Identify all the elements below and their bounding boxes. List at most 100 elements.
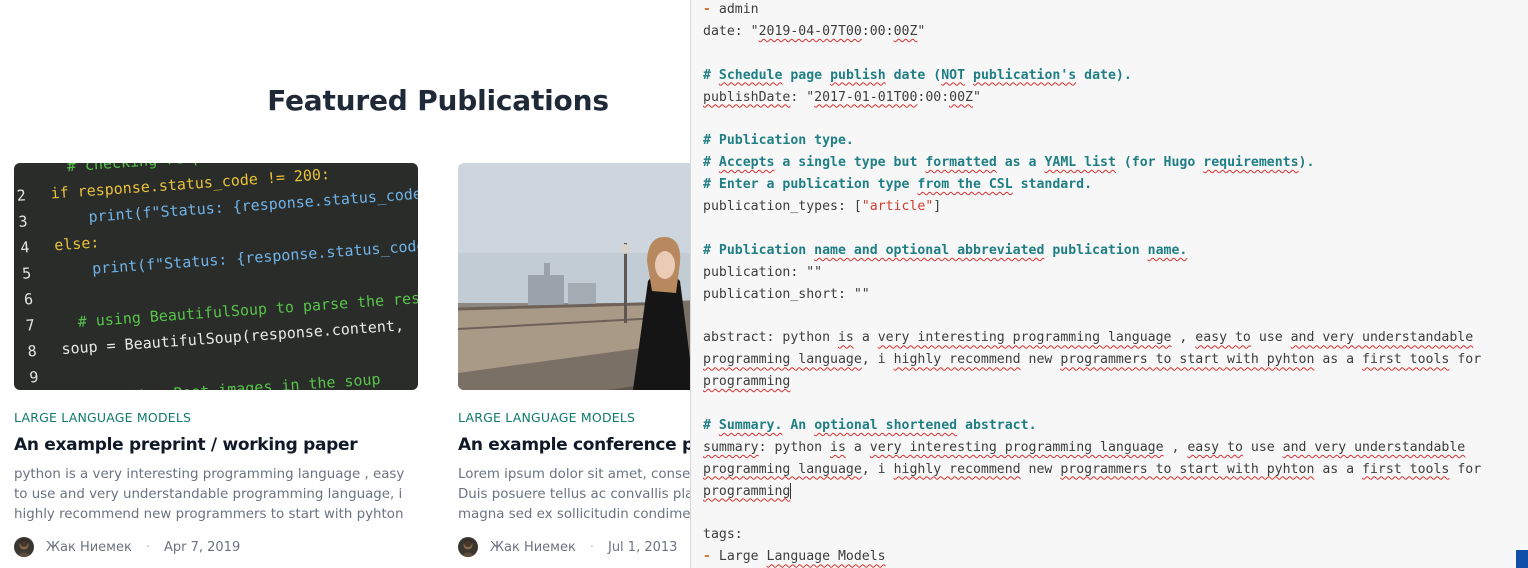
editor-scrollbar[interactable] bbox=[1516, 550, 1528, 568]
author-avatar[interactable] bbox=[458, 537, 478, 557]
editor-token: Language Models bbox=[766, 549, 886, 565]
editor-line[interactable]: programming bbox=[703, 371, 1503, 393]
editor-token: " bbox=[972, 89, 981, 105]
editor-token: publication's bbox=[973, 67, 1077, 83]
editor-line[interactable]: # Schedule page publish date (NOT public… bbox=[703, 65, 1503, 87]
editor-token: formatted bbox=[925, 155, 997, 171]
editor-line[interactable]: tags: bbox=[703, 524, 1503, 546]
editor-token: 00Z bbox=[949, 89, 973, 105]
editor-token: is bbox=[830, 439, 846, 455]
editor-token: easy to bbox=[1195, 330, 1251, 346]
editor-token: programming language bbox=[703, 461, 862, 477]
code-line-text: else: bbox=[53, 233, 100, 255]
editor-token: optional shortened bbox=[814, 417, 958, 433]
editor-token: Schedule bbox=[718, 67, 783, 83]
editor-line[interactable]: # Summary. An optional shortened abstrac… bbox=[703, 415, 1503, 437]
card-title[interactable]: An example conference paper bbox=[458, 435, 690, 455]
editor-line[interactable] bbox=[703, 305, 1503, 327]
editor-token: name and optional abbreviated bbox=[814, 242, 1045, 258]
publication-thumbnail-code-image[interactable]: # checking response.status_code2if respo… bbox=[14, 163, 418, 390]
editor-token: # bbox=[703, 417, 719, 433]
editor-token: "article" bbox=[861, 199, 934, 215]
editor-line[interactable]: # Enter a publication type from the CSL … bbox=[703, 174, 1503, 196]
editor-token: " bbox=[917, 23, 926, 39]
section-title: Featured Publications bbox=[267, 84, 609, 117]
editor-token: , bbox=[1163, 439, 1188, 455]
editor-line[interactable]: # Publication name and optional abbrevia… bbox=[703, 240, 1503, 262]
editor-token: # Publication type. bbox=[703, 133, 854, 149]
editor-token: :00: bbox=[861, 23, 894, 39]
editor-line[interactable]: publication_types: ["article"] bbox=[703, 196, 1503, 218]
editor-token: programmers to start with pyhton bbox=[1060, 461, 1315, 477]
editor-token: ] bbox=[933, 199, 942, 215]
editor-token: # bbox=[703, 67, 719, 83]
publication-card[interactable]: LARGE LANGUAGE MODELS An example confere… bbox=[458, 163, 690, 557]
editor-line[interactable] bbox=[703, 218, 1503, 240]
editor-line[interactable]: date: "2019-04-07T00:00:00Z" bbox=[703, 21, 1503, 43]
editor-token: as a bbox=[1314, 461, 1363, 477]
editor-line[interactable]: # Accepts a single type but formatted as… bbox=[703, 152, 1503, 174]
editor-line[interactable] bbox=[703, 393, 1503, 415]
editor-token: date). bbox=[1076, 67, 1132, 83]
card-summary: python is a very interesting programming… bbox=[14, 467, 405, 522]
editor-token: as a bbox=[1314, 352, 1363, 368]
editor-token: first tools bbox=[1362, 352, 1450, 368]
publication-thumbnail-photo[interactable] bbox=[458, 163, 690, 390]
editor-line[interactable]: publication_short: "" bbox=[703, 284, 1503, 306]
editor-token: , i bbox=[861, 352, 894, 368]
code-line-number: 6 bbox=[23, 290, 34, 309]
meta-separator: · bbox=[589, 539, 594, 555]
editor-token: programmers to start with pyhton bbox=[1060, 352, 1315, 368]
editor-token: highly recommend bbox=[893, 352, 1021, 368]
editor-token: YAML list bbox=[1044, 155, 1116, 171]
editor-token: programming bbox=[703, 483, 791, 499]
code-line-number: 2 bbox=[16, 186, 27, 205]
code-line-number: 7 bbox=[25, 315, 36, 335]
editor-line[interactable]: publishDate: "2017-01-01T00:00:00Z" bbox=[703, 87, 1503, 109]
editor-token: 2019-04-07T00 bbox=[758, 23, 862, 39]
editor-token: summary bbox=[703, 439, 759, 455]
editor-token: and very understandable bbox=[1282, 439, 1466, 455]
editor-token: Summary. bbox=[718, 417, 783, 433]
code-line-number bbox=[15, 173, 49, 175]
editor-token: first tools bbox=[1362, 461, 1450, 477]
editor-line[interactable]: - admin bbox=[703, 0, 1503, 21]
front-matter-editor[interactable]: - admin date: "2019-04-07T00:00:00Z" # Sc… bbox=[690, 0, 1528, 568]
editor-line[interactable]: programming language, i highly recommend… bbox=[703, 349, 1503, 371]
author-name[interactable]: Жак Ниемек bbox=[490, 540, 576, 555]
editor-token: - bbox=[703, 2, 719, 17]
card-category[interactable]: LARGE LANGUAGE MODELS bbox=[458, 410, 690, 425]
card-category[interactable]: LARGE LANGUAGE MODELS bbox=[14, 410, 418, 425]
card-title[interactable]: An example preprint / working paper bbox=[14, 435, 418, 455]
editor-token: : " bbox=[790, 89, 815, 105]
editor-token: ). bbox=[1298, 155, 1315, 171]
editor-token: admin bbox=[718, 2, 759, 17]
editor-line[interactable]: - Large Language Models bbox=[703, 546, 1503, 568]
publication-card[interactable]: # checking response.status_code2if respo… bbox=[14, 163, 418, 557]
editor-token: requirements bbox=[1203, 155, 1299, 171]
editor-line[interactable]: programming bbox=[703, 481, 1503, 503]
editor-token: publication: "" bbox=[703, 264, 823, 280]
publish-date: Apr 7, 2019 bbox=[163, 539, 241, 555]
editor-line[interactable]: summary: python is a very interesting pr… bbox=[703, 437, 1503, 459]
editor-token: publication_types: [ bbox=[703, 199, 862, 215]
author-name[interactable]: Жак Ниемек bbox=[46, 540, 132, 555]
editor-line[interactable] bbox=[703, 43, 1503, 65]
editor-line[interactable]: publication: "" bbox=[703, 262, 1503, 284]
editor-line[interactable] bbox=[703, 108, 1503, 130]
meta-separator: · bbox=[145, 539, 150, 555]
editor-token: highly recommend bbox=[893, 461, 1021, 477]
editor-token: page bbox=[782, 67, 831, 83]
author-avatar[interactable] bbox=[14, 537, 34, 557]
editor-token bbox=[965, 68, 973, 83]
editor-line[interactable]: programming language, i highly recommend… bbox=[703, 459, 1503, 481]
editor-line[interactable]: # Publication type. bbox=[703, 130, 1503, 152]
editor-token: 00Z bbox=[893, 23, 918, 39]
editor-token: NOT bbox=[941, 67, 966, 83]
editor-token: a bbox=[845, 439, 870, 455]
editor-text-area[interactable]: - admin date: "2019-04-07T00:00:00Z" # Sc… bbox=[703, 0, 1503, 568]
editor-line[interactable]: abstract: python is a very interesting p… bbox=[703, 327, 1503, 349]
editor-token: An bbox=[782, 417, 815, 433]
editor-line[interactable] bbox=[703, 502, 1503, 524]
code-screenshot: # checking response.status_code2if respo… bbox=[14, 163, 418, 390]
